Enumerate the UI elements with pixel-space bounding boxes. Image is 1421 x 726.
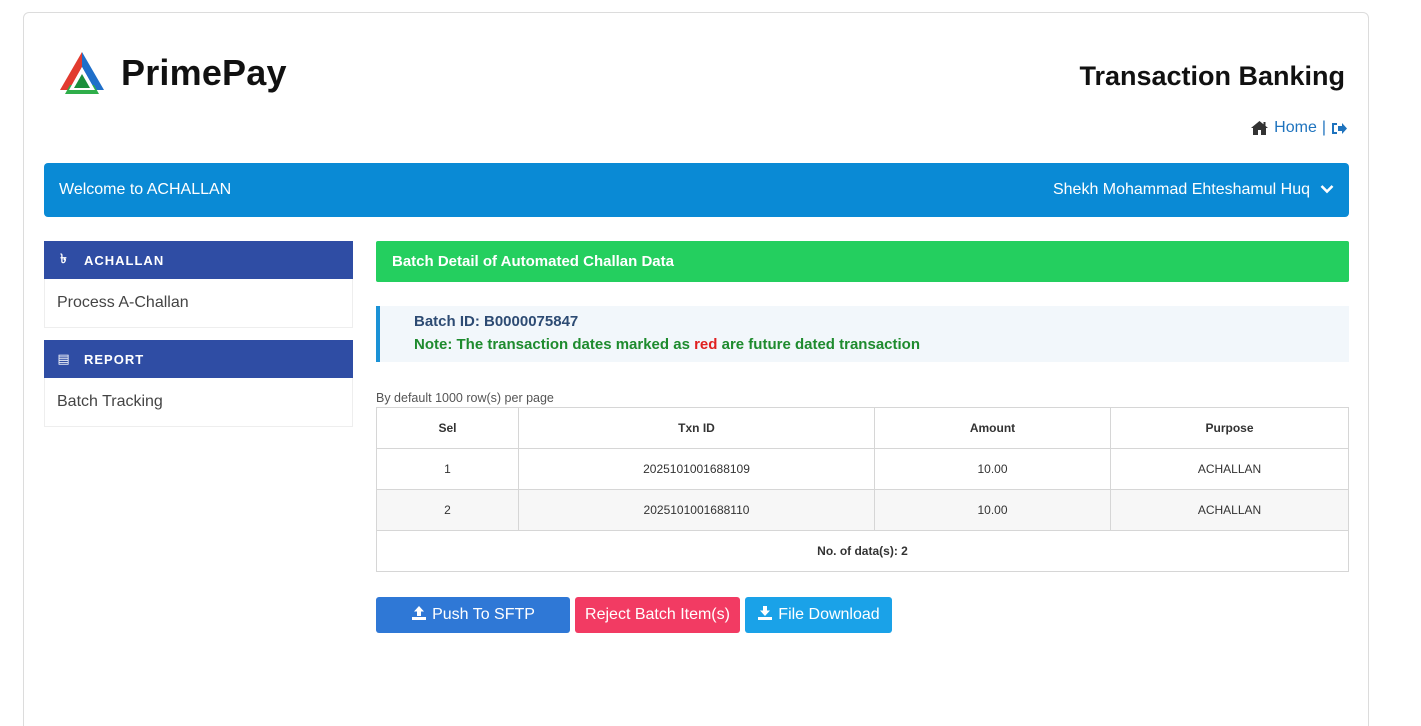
file-download-button[interactable]: File Download [745,597,892,633]
sidebar-item-batch-tracking[interactable]: Batch Tracking [44,378,353,427]
cell-purpose: ACHALLAN [1110,489,1349,531]
page-card: PrimePay Transaction Banking Home | Welc… [23,12,1369,726]
brand-logo[interactable]: PrimePay [57,50,287,96]
sidebar-header-label: ACHALLAN [84,252,165,268]
download-icon [757,605,773,626]
table-header-row: Sel Txn ID Amount Purpose [376,407,1349,449]
per-page-text: By default 1000 row(s) per page [376,391,554,405]
user-name: Shekh Mohammad Ehteshamul Huq [1052,181,1310,198]
cell-amount: 10.00 [874,448,1111,490]
sidebar-header-achallan: ৳ ACHALLAN [44,241,353,279]
push-to-sftp-button[interactable]: Push To SFTP [376,597,570,633]
reject-button-label: Reject Batch Item(s) [585,606,730,623]
batch-table: Sel Txn ID Amount Purpose 1 202510100168… [376,407,1349,572]
report-icon: ▤ [57,351,71,366]
action-buttons: Push To SFTP Reject Batch Item(s) File D… [376,597,1349,633]
sidebar-header-label: REPORT [84,351,145,367]
table-row[interactable]: 1 2025101001688109 10.00 ACHALLAN [376,448,1349,490]
panel-title: Batch Detail of Automated Challan Data [376,241,1349,282]
home-link[interactable]: Home [1274,119,1317,137]
batch-id: Batch ID: B0000075847 [414,313,579,330]
reject-batch-items-button[interactable]: Reject Batch Item(s) [575,597,740,633]
note-prefix: Note: The transaction dates marked as [414,336,690,353]
top-links: Home | [1250,119,1348,137]
taka-icon: ৳ [60,250,68,266]
download-button-label: File Download [778,606,880,623]
data-count: No. of data(s): 2 [376,530,1349,572]
column-header-txn-id[interactable]: Txn ID [518,407,875,449]
cell-sel: 2 [376,489,519,531]
note-suffix: are future dated transaction [721,336,920,353]
sidebar-item-label: Process A-Challan [57,294,189,311]
home-icon[interactable] [1250,120,1269,136]
user-menu[interactable]: Shekh Mohammad Ehteshamul Huq [1053,181,1334,199]
main-content: Batch Detail of Automated Challan Data B… [376,241,1349,633]
cell-txn-id: 2025101001688109 [518,448,875,490]
table-row[interactable]: 2 2025101001688110 10.00 ACHALLAN [376,489,1349,531]
batch-info-box: Batch ID: B0000075847 Note: The transact… [376,306,1349,362]
app-title: Transaction Banking [1079,61,1345,91]
primepay-logo-icon [60,52,104,94]
sidebar-item-label: Batch Tracking [57,393,163,410]
cell-purpose: ACHALLAN [1110,448,1349,490]
logout-icon[interactable] [1331,121,1348,136]
sidebar: ৳ ACHALLAN Process A-Challan ▤ REPORT Ba… [44,241,353,427]
sidebar-item-process-a-challan[interactable]: Process A-Challan [44,279,353,328]
column-header-sel[interactable]: Sel [376,407,519,449]
welcome-bar: Welcome to ACHALLAN Shekh Mohammad Ehtes… [44,163,1349,217]
brand-name: PrimePay [121,52,287,93]
welcome-text: Welcome to ACHALLAN [59,181,232,198]
chevron-down-icon [1320,181,1334,199]
push-button-label: Push To SFTP [432,606,535,623]
sidebar-header-report: ▤ REPORT [44,340,353,378]
column-header-amount[interactable]: Amount [874,407,1111,449]
cell-sel: 1 [376,448,519,490]
column-header-purpose[interactable]: Purpose [1110,407,1349,449]
upload-icon [411,605,427,626]
note-red-word: red [694,336,718,353]
link-separator: | [1321,119,1326,136]
cell-amount: 10.00 [874,489,1111,531]
table-footer-row: No. of data(s): 2 [376,530,1349,572]
batch-note: Note: The transaction dates marked as re… [414,336,1349,353]
cell-txn-id: 2025101001688110 [518,489,875,531]
